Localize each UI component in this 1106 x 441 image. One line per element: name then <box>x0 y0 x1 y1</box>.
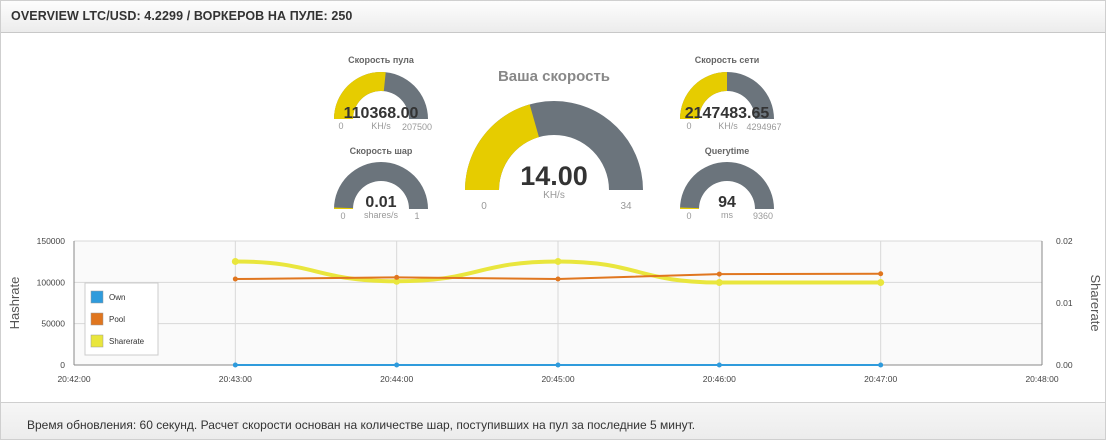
data-point-pool <box>555 276 561 282</box>
gauge-querytime-value: 94 <box>718 194 736 211</box>
y2-tick-label: 0.00 <box>1056 360 1073 370</box>
x-tick-label: 20:46:00 <box>703 374 736 384</box>
x-tick-label: 20:44:00 <box>380 374 413 384</box>
y-axis-label: Hashrate <box>7 277 22 330</box>
legend-swatch <box>90 312 104 326</box>
gauge-shares-speed-value: 0.01 <box>365 194 396 211</box>
page-footer: Время обновления: 60 секунд. Расчет скор… <box>0 402 1106 440</box>
gauge-querytime-title: Querytime <box>705 146 750 156</box>
gauge-shares-speed-unit: shares/s <box>364 210 399 220</box>
x-tick-label: 20:48:00 <box>1025 374 1058 384</box>
hashrate-chart: 20:42:00 20:43:00 20:44:00 20:45:00 20:46:00… <box>7 236 1103 384</box>
gauge-pool-speed-min: 0 <box>338 121 343 131</box>
page-header: OVERVIEW LTC/USD: 4.2299 / ВОРКЕРОВ НА П… <box>0 0 1106 33</box>
gauge-shares-speed-title: Скорость шар <box>350 146 413 156</box>
page-title: OVERVIEW LTC/USD: 4.2299 / ВОРКЕРОВ НА П… <box>11 9 353 23</box>
legend-label: Pool <box>109 315 125 324</box>
data-point-sharerate <box>877 279 885 287</box>
y-tick-label: 0 <box>60 360 65 370</box>
gauge-pool-speed: Скорость пула 110368.00 0 KH/s 207500 <box>334 55 432 132</box>
gauge-your-speed-title: Ваша скорость <box>498 68 610 85</box>
gauge-querytime: Querytime 94 0 ms 9360 <box>680 146 774 221</box>
y2-axis-label: Sharerate <box>1088 274 1103 331</box>
legend-label: Sharerate <box>109 337 145 346</box>
data-point-own <box>878 362 884 368</box>
gauge-pool-speed-value: 110368.00 <box>344 105 419 122</box>
gauge-your-speed: Ваша скорость 14.00 KH/s 0 34 <box>465 68 643 212</box>
gauge-querytime-unit: ms <box>721 210 733 220</box>
data-point-sharerate <box>715 279 723 287</box>
gauge-net-speed-min: 0 <box>686 121 691 131</box>
x-tick-label: 20:43:00 <box>219 374 252 384</box>
y-tick-label: 50000 <box>41 319 65 329</box>
gauge-pool-speed-unit: KH/s <box>371 121 391 131</box>
gauge-your-speed-unit: KH/s <box>543 190 565 201</box>
data-point-pool <box>716 271 722 277</box>
gauge-net-speed-max: 4294967 <box>746 122 781 132</box>
gauge-your-speed-max: 34 <box>620 201 632 212</box>
gauge-net-speed-value: 2147483.65 <box>685 105 770 122</box>
gauge-shares-speed: Скорость шар 0.01 0 shares/s 1 <box>333 146 428 221</box>
data-point-own <box>716 362 722 368</box>
data-point-pool <box>878 271 884 277</box>
gauge-net-speed-unit: KH/s <box>718 121 738 131</box>
x-tick-label: 20:45:00 <box>541 374 574 384</box>
gauge-net-speed: Скорость сети 2147483.65 0 KH/s 4294967 <box>680 55 782 132</box>
gauge-shares-speed-max: 1 <box>414 211 419 221</box>
gauge-querytime-min: 0 <box>686 211 691 221</box>
overview-canvas: Скорость пула 110368.00 0 KH/s 207500 Ск… <box>7 55 1103 384</box>
data-point-own <box>555 362 561 368</box>
data-point-own <box>232 362 238 368</box>
overview-panel: Скорость пула 110368.00 0 KH/s 207500 Ск… <box>0 32 1106 402</box>
data-point-sharerate <box>231 257 239 265</box>
legend-swatch <box>90 334 104 348</box>
gauge-your-speed-min: 0 <box>481 201 487 212</box>
gauge-your-speed-value: 14.00 <box>520 161 588 191</box>
x-tick-label: 20:42:00 <box>57 374 90 384</box>
gauge-querytime-max: 9360 <box>753 211 773 221</box>
legend-swatch <box>90 290 104 304</box>
data-point-pool <box>394 274 400 280</box>
data-point-own <box>394 362 400 368</box>
data-point-pool <box>232 276 238 282</box>
gauge-net-speed-title: Скорость сети <box>695 55 760 65</box>
chart-legend: Own Pool Sharerate <box>84 282 159 356</box>
gauge-pool-speed-max: 207500 <box>402 122 432 132</box>
y2-tick-label: 0.02 <box>1056 236 1073 246</box>
footer-note: Время обновления: 60 секунд. Расчет скор… <box>27 418 696 432</box>
y-tick-label: 150000 <box>37 236 66 246</box>
x-tick-label: 20:47:00 <box>864 374 897 384</box>
data-point-sharerate <box>554 257 562 265</box>
y2-tick-label: 0.01 <box>1056 298 1073 308</box>
y-tick-label: 100000 <box>37 277 66 287</box>
gauge-shares-speed-min: 0 <box>340 211 345 221</box>
gauge-pool-speed-title: Скорость пула <box>348 55 415 65</box>
legend-label: Own <box>109 293 125 302</box>
